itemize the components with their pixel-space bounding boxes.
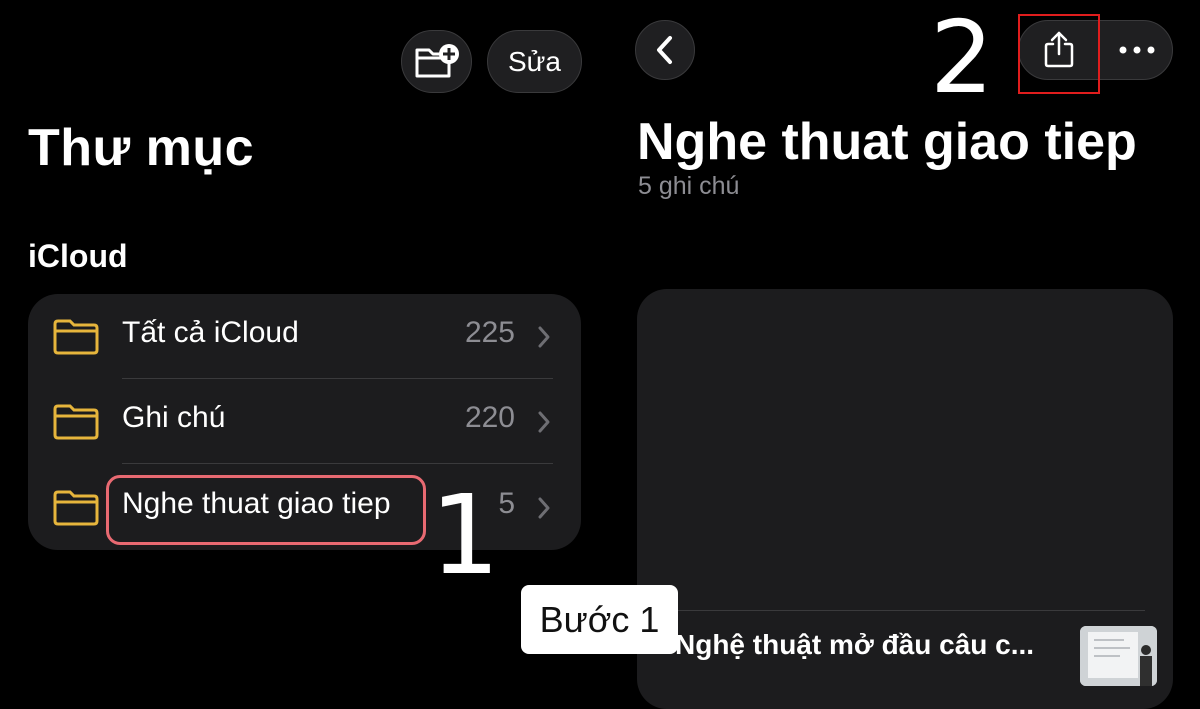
page-title: Thư mục bbox=[28, 119, 255, 177]
ellipsis-icon bbox=[1119, 46, 1155, 54]
edit-button[interactable]: Sửa bbox=[487, 30, 582, 93]
chevron-right-icon bbox=[538, 411, 550, 433]
notes-card: Nghệ thuật mở đầu câu c... bbox=[637, 289, 1173, 709]
step-label: Bước 1 bbox=[521, 585, 678, 654]
new-folder-button[interactable] bbox=[401, 30, 472, 93]
step1-number-annotation: 1 bbox=[430, 471, 500, 599]
back-button[interactable] bbox=[635, 20, 695, 80]
chevron-right-icon bbox=[538, 497, 550, 519]
folder-row-all-icloud[interactable]: Tất cả iCloud 225 bbox=[28, 294, 581, 379]
folder-title: Nghe thuat giao tiep bbox=[637, 113, 1137, 171]
row-divider bbox=[677, 610, 1145, 611]
row-divider bbox=[122, 463, 553, 464]
folder-plus-icon bbox=[415, 43, 459, 77]
folder-label: Ghi chú bbox=[122, 401, 226, 434]
folder-label: Tất cả iCloud bbox=[122, 316, 299, 349]
folder-count: 5 bbox=[498, 487, 515, 520]
folder-icon bbox=[53, 319, 99, 355]
note-thumbnail bbox=[1080, 626, 1157, 686]
more-button[interactable] bbox=[1101, 21, 1173, 79]
note-count: 5 ghi chú bbox=[638, 172, 740, 200]
folder-icon bbox=[53, 404, 99, 440]
section-header-icloud: iCloud bbox=[28, 238, 128, 274]
note-title: Nghệ thuật mở đầu câu c... bbox=[675, 629, 1035, 660]
chevron-left-icon bbox=[657, 36, 672, 64]
folder-count: 225 bbox=[464, 316, 515, 349]
folder-row-ghi-chu[interactable]: Ghi chú 220 bbox=[28, 379, 581, 464]
step1-highlight-box bbox=[106, 475, 426, 545]
folder-icon bbox=[53, 490, 99, 526]
step2-highlight-box bbox=[1018, 14, 1100, 94]
folder-count: 220 bbox=[464, 401, 515, 434]
chevron-right-icon bbox=[538, 326, 550, 348]
step2-number-annotation: 2 bbox=[930, 0, 994, 116]
